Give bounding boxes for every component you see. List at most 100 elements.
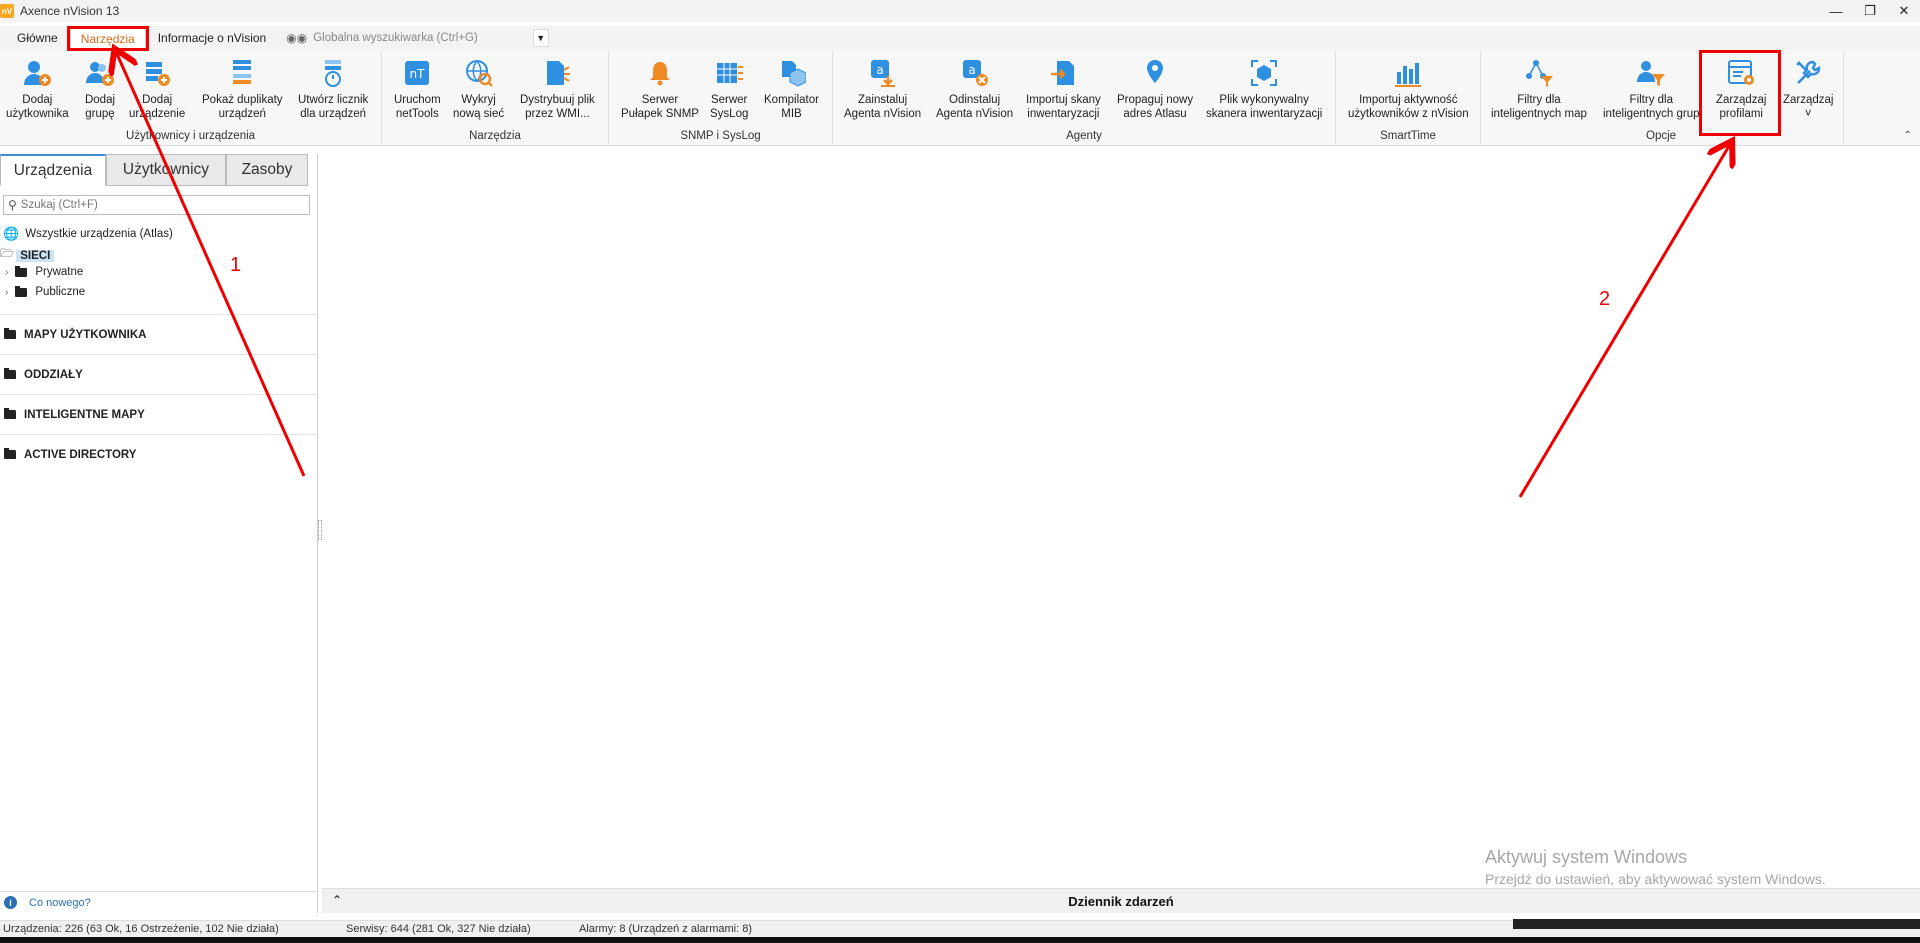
ribbon-group-tools: nT Uruchom netTools Wykryj nową sieć Dystr…: [382, 52, 609, 144]
main-canvas[interactable]: [322, 154, 1920, 887]
manage-dropdown-button[interactable]: Zarządzaj ˅: [1783, 56, 1834, 121]
group-filters-label: Filtry dla inteligentnych grup: [1603, 94, 1700, 120]
expand-icon[interactable]: ⌃: [332, 893, 342, 907]
tab-zasoby[interactable]: Zasoby: [226, 154, 308, 186]
tab-urzadzenia[interactable]: Urządzenia: [0, 154, 106, 186]
section-active-directory-label: ACTIVE DIRECTORY: [24, 448, 137, 461]
section-user-maps-label: MAPY UŻYTKOWNIKA: [24, 328, 147, 341]
left-panel-tabs: Urządzenia Użytkownicy Zasoby: [0, 154, 308, 186]
ribbon-group-users-devices: Dodaj użytkownika Dodaj grupę Dodaj urządze…: [0, 52, 382, 144]
ribbon-group-options: Filtry dla inteligentnych map Filtry dla i…: [1481, 52, 1844, 144]
windows-activation-subtitle: Przejdź do ustawień, aby aktywować syste…: [1485, 871, 1826, 887]
syslog-server-label: Serwer SysLog: [710, 94, 749, 120]
add-group-icon: [83, 56, 117, 90]
propagate-atlas-button[interactable]: Propaguj nowy adres Atlasu: [1117, 56, 1193, 121]
section-active-directory[interactable]: ACTIVE DIRECTORY: [0, 434, 316, 474]
highlight-box-2: [1699, 50, 1781, 136]
snmp-trap-server-label: Serwer Pułapek SNMP: [621, 94, 699, 120]
snmp-trap-server-button[interactable]: Serwer Pułapek SNMP: [621, 56, 699, 121]
mib-compiler-label: Kompilator MIB: [764, 94, 819, 120]
discover-network-button[interactable]: Wykryj nową sieć: [453, 56, 504, 121]
manage-dropdown-label: Zarządzaj ˅: [1783, 94, 1834, 120]
scanner-executable-label: Plik wykonywalny skanera inwentaryzacji: [1206, 94, 1323, 120]
discover-network-label: Wykryj nową sieć: [453, 94, 505, 120]
windows-activation-title: Aktywuj system Windows: [1485, 847, 1688, 867]
close-icon[interactable]: ✕: [1896, 3, 1912, 19]
taskbar-preview: [1513, 919, 1920, 929]
discover-network-icon: [462, 56, 496, 90]
minimize-icon[interactable]: —: [1828, 3, 1844, 19]
ribbon-group-snmp: Serwer Pułapek SNMP Serwer SysLog Kompilat…: [609, 52, 833, 144]
tab-glowne[interactable]: Główne: [7, 26, 68, 50]
binoculars-icon: ◉◉: [286, 31, 308, 45]
section-branches[interactable]: ODDZIAŁY: [0, 354, 316, 394]
section-branches-label: ODDZIAŁY: [24, 368, 83, 381]
global-search[interactable]: ◉◉ Globalna wyszukiwarka (Ctrl+G): [286, 31, 478, 45]
section-user-maps[interactable]: MAPY UŻYTKOWNIKA: [0, 314, 316, 354]
section-smart-maps[interactable]: INTELIGENTNE MAPY: [0, 394, 316, 434]
whats-new-link[interactable]: i Co nowego?: [0, 891, 316, 913]
import-activity-button[interactable]: Importuj aktywność użytkowników z nVision: [1348, 56, 1469, 121]
ribbon-group-agents: a Zainstaluj Agenta nVision a Odinstaluj A…: [833, 52, 1336, 144]
import-activity-label: Importuj aktywność użytkowników z nVision: [1348, 94, 1469, 120]
restore-icon[interactable]: ❐: [1862, 3, 1878, 19]
show-duplicates-label: Pokaż duplikaty urządzeń: [202, 94, 283, 120]
tab-uzytkownicy[interactable]: Użytkownicy: [106, 154, 226, 186]
folder-icon: [4, 328, 16, 339]
install-agent-label: Zainstaluj Agenta nVision: [844, 94, 922, 120]
syslog-server-button[interactable]: Serwer SysLog: [710, 56, 748, 121]
tree-networks-label: SIECI: [16, 249, 55, 262]
import-scans-button[interactable]: Importuj skany inwentaryzacji: [1026, 56, 1101, 121]
show-duplicates-button[interactable]: Pokaż duplikaty urządzeń: [202, 56, 283, 121]
import-scans-label: Importuj skany inwentaryzacji: [1026, 94, 1101, 120]
tree-all-devices[interactable]: 🌐 Wszystkie urządzenia (Atlas): [3, 226, 173, 242]
ribbon-group-smarttime: Importuj aktywność użytkowników z nVision…: [1336, 52, 1481, 144]
chevron-down-icon[interactable]: ▼: [532, 29, 549, 47]
create-counter-button[interactable]: Utwórz licznik dla urządzeń: [298, 56, 368, 121]
section-smart-maps-label: INTELIGENTNE MAPY: [24, 408, 145, 421]
install-agent-button[interactable]: a Zainstaluj Agenta nVision: [844, 56, 921, 121]
add-device-button[interactable]: Dodaj urządzenie: [129, 56, 185, 121]
screen-bottom-edge: [0, 937, 1920, 943]
status-devices: Urządzenia: 226 (63 Ok, 16 Ostrzeżenie, …: [3, 923, 279, 935]
ribbon-group-label: Agenty: [1066, 130, 1102, 142]
annotation-label-2: 2: [1599, 288, 1611, 310]
mib-compiler-button[interactable]: Kompilator MIB: [764, 56, 819, 121]
group-filters-button[interactable]: Filtry dla inteligentnych grup: [1603, 56, 1700, 121]
run-nettools-button[interactable]: nT Uruchom netTools: [394, 56, 441, 121]
event-log-bar[interactable]: ⌃ Dziennik zdarzeń: [322, 888, 1920, 913]
window-title: Axence nVision 13: [20, 4, 120, 18]
add-user-button[interactable]: Dodaj użytkownika: [6, 56, 69, 121]
ribbon-group-label: Opcje: [1646, 130, 1677, 142]
collapse-ribbon-icon[interactable]: ⌃: [1904, 130, 1912, 141]
device-search-input[interactable]: ⚲ Szukaj (Ctrl+F): [3, 195, 310, 215]
ribbon-group-label: Użytkownicy i urządzenia: [125, 130, 256, 142]
manage-tools-icon: [1791, 56, 1825, 90]
tree-public[interactable]: › Publiczne: [5, 285, 85, 298]
add-device-icon: [140, 56, 174, 90]
uninstall-agent-button[interactable]: a Odinstaluj Agenta nVision: [936, 56, 1013, 121]
ribbon-group-label: SNMP i SysLog: [680, 130, 761, 142]
snmp-bell-icon: [643, 56, 677, 90]
nettools-icon: nT: [400, 56, 434, 90]
add-group-button[interactable]: Dodaj grupę: [83, 56, 117, 121]
tab-informacje[interactable]: Informacje o nVision: [148, 26, 277, 50]
syslog-icon: [712, 56, 746, 90]
import-activity-icon: [1391, 56, 1425, 90]
chevron-right-icon[interactable]: ›: [5, 267, 8, 278]
tree-networks[interactable]: 🗁 SIECI: [0, 246, 55, 265]
chevron-right-icon[interactable]: ›: [5, 287, 8, 298]
distribute-file-button[interactable]: Dystrybuuj plik przez WMI...: [520, 56, 595, 121]
window-controls: — ❐ ✕: [1828, 0, 1912, 22]
uninstall-agent-icon: a: [958, 56, 992, 90]
ribbon-group-label: Narzędzia: [469, 130, 521, 142]
tree-private[interactable]: › Prywatne: [5, 265, 83, 278]
status-services: Serwisy: 644 (281 Ok, 327 Nie działa): [346, 923, 531, 935]
scanner-executable-button[interactable]: Plik wykonywalny skanera inwentaryzacji: [1206, 56, 1322, 121]
counter-icon: [316, 56, 350, 90]
folder-icon: [15, 265, 28, 277]
duplicates-icon: [225, 56, 259, 90]
add-device-label: Dodaj urządzenie: [129, 94, 186, 120]
folder-icon: [4, 448, 16, 459]
map-filters-button[interactable]: Filtry dla inteligentnych map: [1491, 56, 1587, 121]
